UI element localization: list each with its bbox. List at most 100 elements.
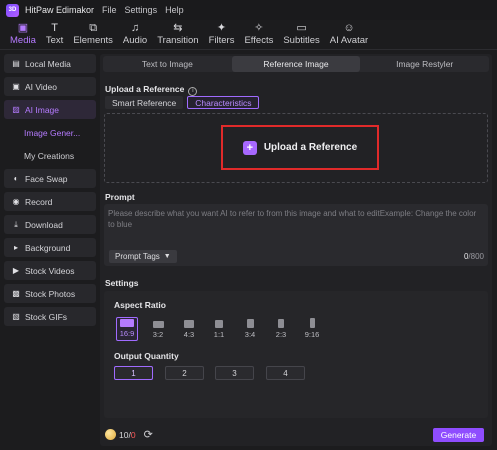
sidebar-item-record[interactable]: ◉ Record <box>4 192 96 211</box>
main-toolbar: ▣ Media T Text ⧉ Elements ♫ Audio ⇆ Tran… <box>0 20 497 50</box>
reference-mode-tabs: Smart Reference Characteristics <box>105 96 263 109</box>
media-icon: ▣ <box>17 22 29 34</box>
quantity-option-1[interactable]: 1 <box>114 366 153 380</box>
ratio-1-1[interactable]: 1:1 <box>208 317 230 341</box>
ratio-label: 9:16 <box>304 330 320 339</box>
folder-icon: ▤ <box>12 59 20 68</box>
tool-label: Elements <box>73 35 113 46</box>
upload-section-title: Upload a Reference i <box>105 84 198 96</box>
credits-display: 10/0 ⟳ <box>105 428 153 441</box>
menu-help[interactable]: Help <box>165 5 184 15</box>
ratio-shape-icon <box>184 320 194 328</box>
audio-icon: ♫ <box>130 22 140 34</box>
tool-text[interactable]: T Text <box>41 19 68 49</box>
caret-down-icon: ▼ <box>163 253 171 260</box>
title-bar: 3D HitPaw Edimakor File Settings Help <box>0 0 497 20</box>
settings-title: Settings <box>105 278 139 288</box>
sidebar-item-stock-gifs[interactable]: ▧ Stock GIFs <box>4 307 96 326</box>
ratio-label: 3:2 <box>152 330 164 339</box>
elements-icon: ⧉ <box>89 22 98 34</box>
ratio-9-16[interactable]: 9:16 <box>301 317 323 341</box>
sidebar-item-stock-photos[interactable]: ▩ Stock Photos <box>4 284 96 303</box>
tool-label: AI Avatar <box>329 35 369 46</box>
prompt-tags-dropdown[interactable]: Prompt Tags ▼ <box>109 250 177 263</box>
tool-transition[interactable]: ⇆ Transition <box>152 19 203 49</box>
tool-label: Audio <box>122 35 148 46</box>
sidebar-item-local-media[interactable]: ▤ Local Media <box>4 54 96 73</box>
sidebar-item-label: Record <box>25 196 53 207</box>
tool-label: Subtitles <box>283 35 320 46</box>
effects-icon: ✧ <box>254 22 264 34</box>
tool-filters[interactable]: ✦ Filters <box>204 19 240 49</box>
sidebar-item-label: Face Swap <box>25 173 68 184</box>
menu-settings[interactable]: Settings <box>125 5 158 15</box>
tool-label: Filters <box>208 35 235 46</box>
tool-media[interactable]: ▣ Media <box>5 19 41 49</box>
tool-label: Transition <box>157 35 199 46</box>
tool-audio[interactable]: ♫ Audio <box>118 19 152 49</box>
refresh-icon[interactable]: ⟳ <box>144 428 153 441</box>
prompt-field[interactable]: Please describe what you want AI to refe… <box>104 204 488 266</box>
sidebar-item-face-swap[interactable]: ◐ Face Swap <box>4 169 96 188</box>
ratio-label: 3:4 <box>244 330 256 339</box>
sidebar-item-background[interactable]: ▸ Background <box>4 238 96 257</box>
ratio-3-2[interactable]: 3:2 <box>147 317 169 341</box>
credits-count: 10/0 <box>119 430 136 440</box>
caret-right-icon: ▸ <box>13 243 18 252</box>
sidebar-item-ai-image[interactable]: ▨ AI Image <box>4 100 96 119</box>
tab-reference-image[interactable]: Reference Image <box>231 56 361 72</box>
output-quantity-title: Output Quantity <box>114 351 179 361</box>
ratio-shape-icon <box>120 319 134 327</box>
sidebar-item-ai-video[interactable]: ▣ AI Video <box>4 77 96 96</box>
prompt-tags-label: Prompt Tags <box>115 252 160 261</box>
sidebar-item-label: Background <box>25 242 71 253</box>
sidebar-item-label: AI Image <box>25 104 60 115</box>
tool-label: Effects <box>244 35 274 46</box>
quantity-option-3[interactable]: 3 <box>215 366 254 380</box>
aspect-ratio-title: Aspect Ratio <box>114 300 166 310</box>
sidebar-item-download[interactable]: ⤓ Download <box>4 215 96 234</box>
upload-reference-button[interactable]: + Upload a Reference <box>221 125 379 170</box>
sidebar-item-label: Stock Videos <box>25 265 75 276</box>
ratio-shape-icon <box>309 318 315 328</box>
text-icon: T <box>51 22 58 34</box>
ratio-2-3[interactable]: 2:3 <box>270 317 292 341</box>
subtab-smart-reference[interactable]: Smart Reference <box>105 96 184 109</box>
credits-cost: 0 <box>130 429 136 440</box>
sidebar-sub-image-generator[interactable]: Image Gener... <box>4 123 96 142</box>
tool-subtitles[interactable]: ▭ Subtitles <box>278 19 324 49</box>
ratio-label: 1:1 <box>213 330 225 339</box>
transition-icon: ⇆ <box>173 22 183 34</box>
tab-image-restyler[interactable]: Image Restyler <box>360 56 489 72</box>
record-icon: ◉ <box>12 197 20 206</box>
character-counter: 0/800 <box>464 252 484 261</box>
quantity-option-4[interactable]: 4 <box>266 366 305 380</box>
prompt-title: Prompt <box>105 192 135 202</box>
ratio-16-9[interactable]: 16:9 <box>116 317 138 341</box>
sidebar: ▤ Local Media ▣ AI Video ▨ AI Image Imag… <box>4 54 96 446</box>
sidebar-item-label: Download <box>25 219 63 230</box>
menu-file[interactable]: File <box>102 5 117 15</box>
tool-effects[interactable]: ✧ Effects <box>239 19 278 49</box>
ai-image-icon: ▨ <box>12 105 20 114</box>
upload-reference-label: Upload a Reference <box>263 142 358 153</box>
prompt-placeholder: Please describe what you want AI to refe… <box>108 209 477 229</box>
tool-elements[interactable]: ⧉ Elements <box>68 19 118 49</box>
tab-text-to-image[interactable]: Text to Image <box>103 56 232 72</box>
ratio-4-3[interactable]: 4:3 <box>178 317 200 341</box>
quantity-option-2[interactable]: 2 <box>165 366 204 380</box>
tool-label: Media <box>10 35 36 46</box>
generate-button[interactable]: Generate <box>433 428 484 442</box>
stock-gif-icon: ▧ <box>12 312 20 321</box>
ratio-label: 16:9 <box>119 329 135 338</box>
sidebar-item-stock-videos[interactable]: ▶ Stock Videos <box>4 261 96 280</box>
ratio-3-4[interactable]: 3:4 <box>239 317 261 341</box>
info-icon[interactable]: i <box>188 87 198 96</box>
ratio-label: 2:3 <box>275 330 287 339</box>
plus-icon: + <box>242 140 257 155</box>
tool-ai-avatar[interactable]: ☺ AI Avatar <box>325 19 373 49</box>
stock-photo-icon: ▩ <box>12 289 20 298</box>
sidebar-sub-my-creations[interactable]: My Creations <box>4 146 96 165</box>
subtab-characteristics[interactable]: Characteristics <box>187 96 260 109</box>
sidebar-item-label: Stock GIFs <box>25 311 68 322</box>
